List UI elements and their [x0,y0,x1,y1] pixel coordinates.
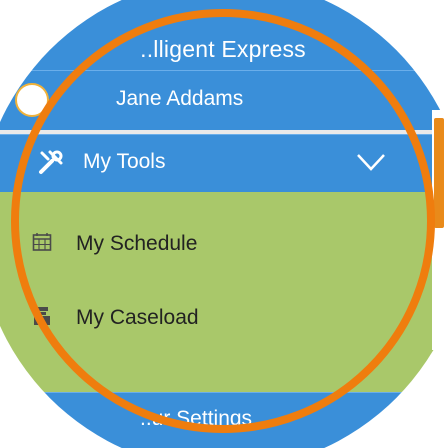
menu-label-settings: ..ur Settings [140,407,253,430]
scrollbar-thumb[interactable] [434,118,444,228]
calendar-icon [32,233,52,251]
app-title: ..lligent Express [140,36,306,62]
user-profile-row[interactable]: Jane Addams [0,70,446,131]
tools-icon [39,150,63,174]
menu-item-my-caseload[interactable]: My Caseload [0,292,430,348]
user-name: Jane Addams [116,87,244,110]
menu-item-settings[interactable]: ..ur Settings [0,392,446,448]
avatar [15,83,49,117]
menu-label-my-tools: My Tools [83,150,166,173]
menu-item-my-schedule[interactable]: My Schedule [0,218,430,274]
menu-label-my-schedule: My Schedule [76,232,198,255]
menu-label-my-caseload: My Caseload [76,306,199,329]
chevron-down-icon[interactable] [356,151,386,173]
app-header: ..lligent Express [0,0,446,70]
menu-item-my-tools[interactable]: My Tools [0,134,446,193]
tools-submenu: My Schedule My Caseload [0,192,446,392]
watch-screen: ..lligent Express Jane Addams My Tools M… [0,0,446,448]
caseload-icon [34,307,50,325]
